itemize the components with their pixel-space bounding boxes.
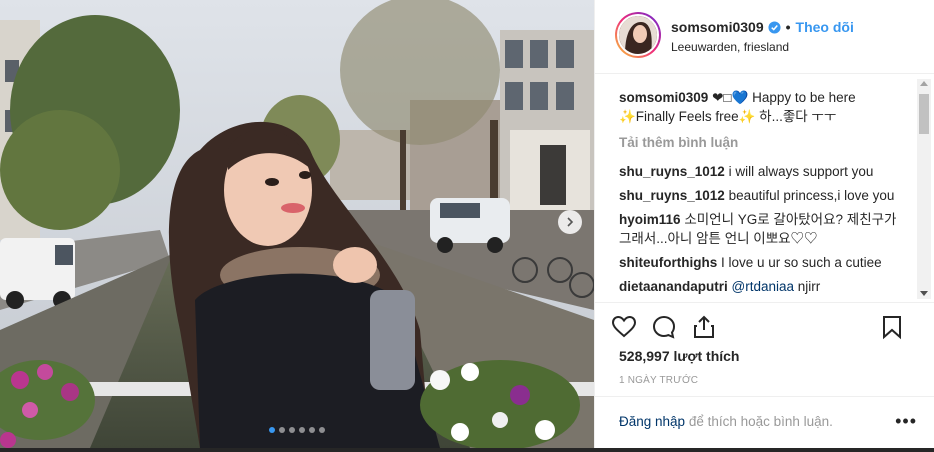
load-more-comments-button[interactable]: Tải thêm bình luận xyxy=(619,133,909,152)
carousel-dot xyxy=(309,427,315,433)
comment-item: hyoim116 소미언니 YG로 갈아탔어요? 제친구가 그래서...아니 암… xyxy=(619,210,909,248)
comment-item: shu_ruyns_1012 i will always support you xyxy=(619,162,909,181)
carousel-dot xyxy=(289,427,295,433)
caption-username[interactable]: somsomi0309 xyxy=(619,90,708,105)
avatar-portrait xyxy=(619,16,657,54)
more-options-button[interactable]: ••• xyxy=(895,411,917,432)
scroll-up-arrow[interactable] xyxy=(920,81,928,86)
username-row: somsomi0309 • Theo dõi xyxy=(671,19,854,35)
comment-username[interactable]: shu_ruyns_1012 xyxy=(619,188,725,203)
comment-username[interactable]: dietaanandaputri xyxy=(619,279,728,294)
chevron-right-icon xyxy=(567,217,574,227)
carousel-next-button[interactable] xyxy=(558,210,582,234)
photo-scene xyxy=(0,0,594,448)
caption: somsomi0309 ❤□💙 Happy to be here ✨Finall… xyxy=(619,88,909,126)
carousel-dot xyxy=(299,427,305,433)
login-link[interactable]: Đăng nhập xyxy=(619,414,685,429)
verified-badge-icon xyxy=(768,20,781,34)
follow-button[interactable]: Theo dõi xyxy=(796,19,854,35)
comment-icon[interactable] xyxy=(651,314,677,340)
avatar[interactable] xyxy=(615,12,661,58)
username-link[interactable]: somsomi0309 xyxy=(671,19,764,35)
post-header: somsomi0309 • Theo dõi Leeuwarden, fries… xyxy=(595,0,934,74)
carousel-dot xyxy=(279,427,285,433)
post-photo[interactable] xyxy=(0,0,594,448)
follow-separator: • xyxy=(785,19,791,35)
comment-list: somsomi0309 ❤□💙 Happy to be here ✨Finall… xyxy=(619,88,909,301)
location-link[interactable]: Leeuwarden, friesland xyxy=(671,40,789,54)
comments-scrollbar[interactable] xyxy=(917,79,931,299)
comment-username[interactable]: hyoim116 xyxy=(619,212,681,227)
share-icon[interactable] xyxy=(691,314,717,340)
login-prompt-text: Đăng nhập để thích hoặc bình luận. xyxy=(619,414,833,429)
comment-text: i will always support you xyxy=(728,164,874,179)
comment-username[interactable]: shiteuforthighs xyxy=(619,255,717,270)
action-bar xyxy=(611,312,921,342)
comment-item: shu_ruyns_1012 beautiful princess,i love… xyxy=(619,186,909,205)
post-side-panel: somsomi0309 • Theo dõi Leeuwarden, fries… xyxy=(594,0,934,448)
login-prompt-rest: để thích hoặc bình luận. xyxy=(685,414,833,429)
carousel-dot xyxy=(319,427,325,433)
comment-username[interactable]: shu_ruyns_1012 xyxy=(619,164,725,179)
carousel-indicator xyxy=(0,427,594,433)
scroll-thumb[interactable] xyxy=(919,94,929,134)
bookmark-icon[interactable] xyxy=(879,314,905,340)
avatar-image xyxy=(617,14,659,56)
carousel-dot xyxy=(269,427,275,433)
comment-item: shiteuforthighs I love u ur so such a cu… xyxy=(619,253,909,272)
login-prompt: Đăng nhập để thích hoặc bình luận. ••• xyxy=(595,396,934,448)
instagram-post: somsomi0309 • Theo dõi Leeuwarden, fries… xyxy=(0,0,934,448)
likes-count[interactable]: 528,997 lượt thích xyxy=(619,348,739,364)
comment-text: I love u ur so such a cutiee xyxy=(721,255,882,270)
comments-section[interactable]: somsomi0309 ❤□💙 Happy to be here ✨Finall… xyxy=(595,75,934,303)
heart-icon[interactable] xyxy=(611,314,637,340)
comment-text: njirr xyxy=(797,279,821,294)
comment-mention[interactable]: @rtdaniaa xyxy=(732,279,795,294)
comment-text: beautiful princess,i love you xyxy=(728,188,895,203)
scroll-down-arrow[interactable] xyxy=(920,291,928,296)
post-timestamp[interactable]: 1 NGÀY TRƯỚC xyxy=(619,375,698,386)
comment-item: dietaanandaputri @rtdaniaa njirr xyxy=(619,277,909,296)
